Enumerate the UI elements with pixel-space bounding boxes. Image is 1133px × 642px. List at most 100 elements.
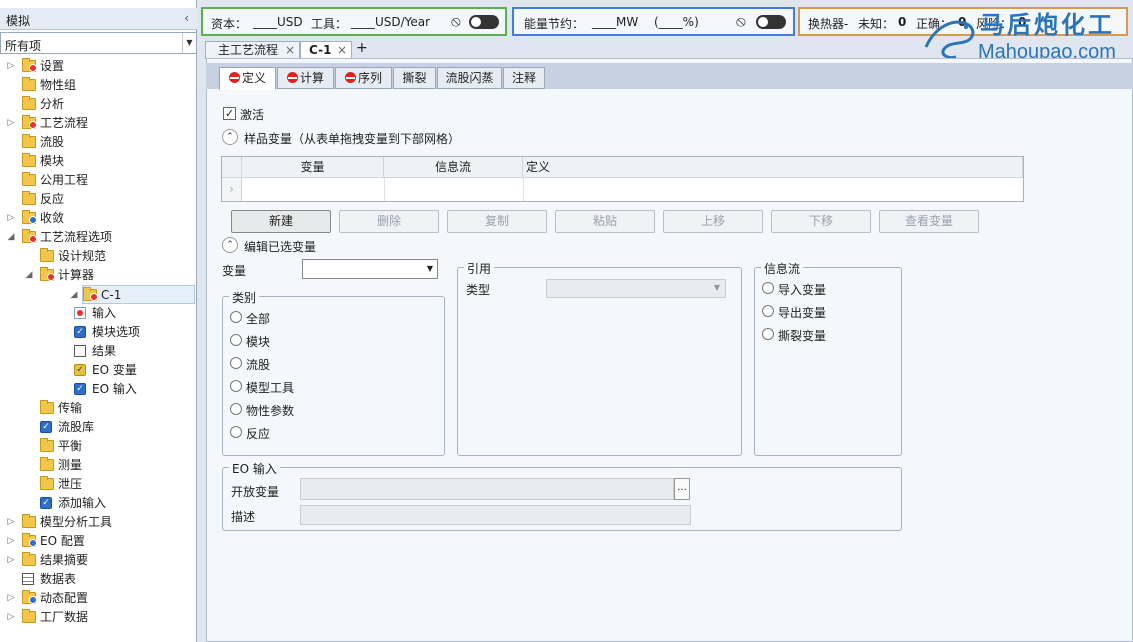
tree-item[interactable]: 泄压 (0, 475, 196, 494)
energy-label: 能量节约： (524, 17, 585, 31)
expand-toggle-icon[interactable]: ▷ (6, 532, 16, 551)
tree-item[interactable]: ✓ 添加输入 (0, 494, 196, 513)
tree-item[interactable]: 模块 (0, 152, 196, 171)
tree-item[interactable]: ▷ 工艺流程 (0, 114, 196, 133)
subtab[interactable]: 流股闪蒸 (437, 67, 502, 89)
tree-item[interactable]: ▷ 模型分析工具 (0, 513, 196, 532)
subtab[interactable]: 注释 (503, 67, 545, 89)
doc-tab-main-flowsheet[interactable]: 主工艺流程 × (205, 41, 300, 59)
tree-item[interactable]: 公用工程 (0, 171, 196, 190)
tree-item-label: 流股 (40, 135, 65, 149)
sampled-variables-grid[interactable]: 变量 信息流 定义 › (221, 156, 1024, 202)
tree-item[interactable]: 输入 (0, 304, 196, 323)
radio-button[interactable] (230, 357, 242, 369)
folder-icon (22, 96, 36, 110)
radio-button[interactable] (230, 380, 242, 392)
grid-header-variable[interactable]: 变量 (242, 157, 384, 178)
description-field[interactable] (300, 505, 691, 525)
tree-item[interactable]: 平衡 (0, 437, 196, 456)
grid-header-infoflow[interactable]: 信息流 (384, 157, 523, 178)
variable-select[interactable]: ▼ (302, 259, 438, 279)
open-variable-field[interactable] (300, 478, 674, 500)
expand-toggle-icon[interactable]: ▷ (6, 551, 16, 570)
subtab[interactable]: 定义 (219, 67, 276, 90)
grid-action-button[interactable]: 查看变量 (879, 210, 979, 233)
expand-toggle-icon[interactable]: ▷ (6, 57, 16, 76)
error-badge-icon (29, 64, 37, 72)
tree-item[interactable]: 设计规范 (0, 247, 196, 266)
tree-item[interactable]: 分析 (0, 95, 196, 114)
tree-item[interactable]: ▷ 动态配置 (0, 589, 196, 608)
tree-item[interactable]: 物性组 (0, 76, 196, 95)
grid-header-definition[interactable]: 定义 (523, 157, 1023, 178)
tree-item[interactable]: ◢ 工艺流程选项 (0, 228, 196, 247)
browse-button[interactable]: ... (674, 478, 690, 500)
tree-item[interactable]: ✓ EO 输入 (0, 380, 196, 399)
collapse-up-icon[interactable]: ⌃ (222, 237, 238, 253)
expand-toggle-icon[interactable]: ▷ (6, 589, 16, 608)
grid-action-button[interactable]: 删除 (339, 210, 439, 233)
collapse-pane-icon[interactable]: ‹ (184, 11, 189, 25)
grid-action-button[interactable]: 粘贴 (555, 210, 655, 233)
doc-tab-c1[interactable]: C-1 × (300, 41, 352, 59)
tree-item[interactable]: ▷ EO 配置 (0, 532, 196, 551)
tree-item[interactable]: ▷ 结果摘要 (0, 551, 196, 570)
tree-item[interactable]: ✓ 流股库 (0, 418, 196, 437)
tree-item[interactable]: 传输 (0, 399, 196, 418)
navigation-title: 模拟 (6, 14, 31, 28)
tree-item[interactable]: 结果 (0, 342, 196, 361)
close-icon[interactable]: × (337, 42, 347, 58)
expand-toggle-icon[interactable]: ◢ (69, 286, 79, 305)
close-icon[interactable]: × (285, 42, 295, 58)
tree-item[interactable]: ✓ 模块选项 (0, 323, 196, 342)
type-select[interactable]: ▼ (546, 279, 726, 298)
subtab[interactable]: 序列 (335, 67, 392, 89)
add-tab-icon[interactable]: + (356, 40, 368, 56)
doc-tab-label: 主工艺流程 (218, 43, 279, 57)
tree-item-label: 设计规范 (58, 249, 107, 263)
hx-unknown-value: 0 (898, 15, 907, 29)
radio-button[interactable] (762, 305, 774, 317)
grid-action-button[interactable]: 上移 (663, 210, 763, 233)
radio-button[interactable] (230, 403, 242, 415)
chevron-down-icon[interactable]: ▼ (182, 33, 196, 53)
cost-toggle[interactable] (469, 15, 499, 29)
expand-toggle-icon[interactable]: ◢ (6, 228, 16, 247)
subtab-label: 流股闪蒸 (445, 71, 494, 85)
tree-item[interactable]: 数据表 (0, 570, 196, 589)
checkmark-icon: ✓ (40, 497, 52, 509)
tree-item-label: 动态配置 (40, 591, 89, 605)
tree-item[interactable]: ◢ C-1 (71, 285, 195, 304)
tree-item[interactable]: ◢ 计算器 (0, 266, 196, 285)
tree-item[interactable]: ▷ 收敛 (0, 209, 196, 228)
capital-label: 资本： (211, 17, 248, 31)
expand-toggle-icon[interactable]: ▷ (6, 608, 16, 627)
checkmark-icon: ✓ (74, 383, 86, 395)
expand-toggle-icon[interactable]: ▷ (6, 114, 16, 133)
active-checkbox[interactable]: ✓ (223, 107, 236, 120)
grid-action-button[interactable]: 新建 (231, 210, 331, 233)
grid-action-button[interactable]: 下移 (771, 210, 871, 233)
tree-item[interactable]: 反应 (0, 190, 196, 209)
radio-button[interactable] (230, 426, 242, 438)
radio-button[interactable] (230, 311, 242, 323)
energy-toggle[interactable] (756, 15, 786, 29)
subtab[interactable]: 撕裂 (393, 67, 436, 89)
radio-button[interactable] (230, 334, 242, 346)
collapse-up-icon[interactable]: ⌃ (222, 129, 238, 145)
subtab[interactable]: 计算 (277, 67, 334, 89)
navigation-filter-select[interactable]: 所有项 ▼ (0, 32, 197, 54)
error-badge-icon (47, 273, 55, 281)
expand-toggle-icon[interactable]: ▷ (6, 513, 16, 532)
tree-item[interactable]: 流股 (0, 133, 196, 152)
expand-toggle-icon[interactable]: ◢ (24, 266, 34, 285)
tree-item[interactable]: ▷ 设置 (0, 57, 196, 76)
folder-icon (40, 400, 54, 414)
tree-item[interactable]: 测量 (0, 456, 196, 475)
tree-item[interactable]: ▷ 工厂数据 (0, 608, 196, 627)
radio-button[interactable] (762, 328, 774, 340)
radio-button[interactable] (762, 282, 774, 294)
tree-item[interactable]: ✓ EO 变量 (0, 361, 196, 380)
expand-toggle-icon[interactable]: ▷ (6, 209, 16, 228)
grid-action-button[interactable]: 复制 (447, 210, 547, 233)
